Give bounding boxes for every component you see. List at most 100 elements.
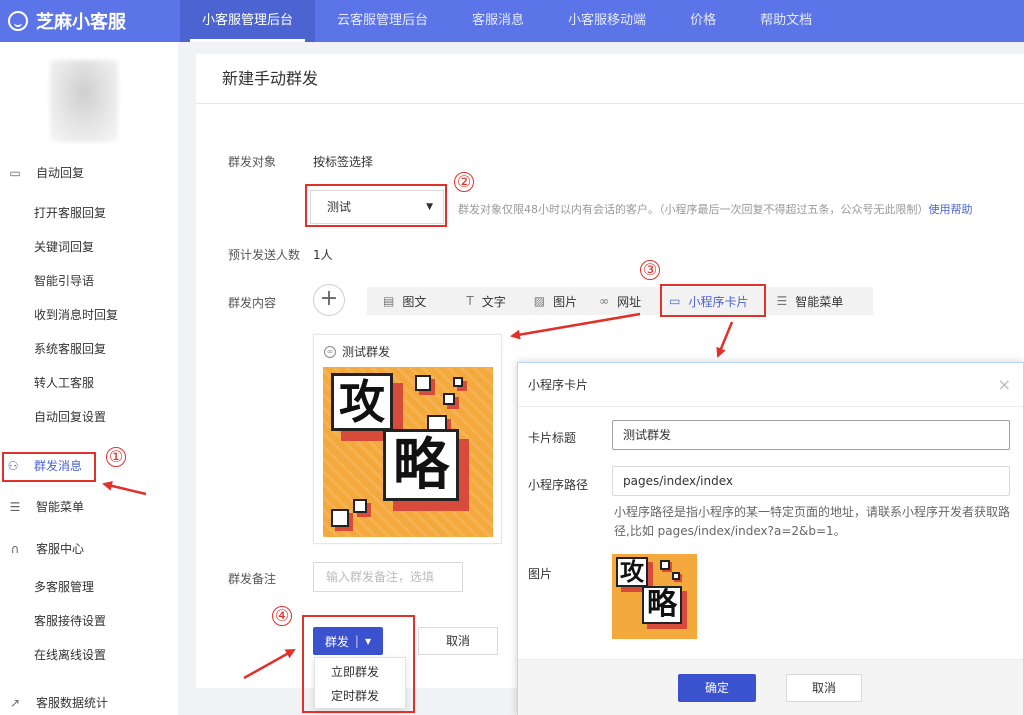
- sidebar-item-stats[interactable]: ↗ 客服数据统计: [0, 694, 178, 711]
- poster-cube: [353, 499, 367, 513]
- thumb-char-1: 攻: [616, 557, 648, 587]
- article-icon: ▤: [383, 294, 395, 308]
- sidebar-item-keyword-reply[interactable]: 关键词回复: [34, 238, 94, 255]
- dialog-footer: 确定 取消: [518, 659, 1023, 715]
- sidebar: ▭ 自动回复 打开客服回复 关键词回复 智能引导语 收到消息时回复 系统客服回复…: [0, 42, 178, 715]
- annotation-box-3: [660, 284, 766, 317]
- sidebar-item-smart-guide[interactable]: 智能引导语: [34, 272, 94, 289]
- text-icon: T: [466, 294, 474, 308]
- tab-label: 智能菜单: [795, 294, 844, 309]
- path-description: 小程序路径是指小程序的某一特定页面的地址，请联系小程序开发者获取路径,比如 pa…: [614, 505, 1011, 538]
- sidebar-group-auto-reply[interactable]: ▭ 自动回复: [0, 164, 178, 181]
- miniprogram-card-preview[interactable]: ∞ 测试群发 攻 略: [313, 334, 502, 544]
- poster-cube: [453, 377, 463, 387]
- headset-icon: ∩: [10, 541, 20, 556]
- miniprogram-icon: ∞: [324, 345, 336, 358]
- help-link[interactable]: 使用帮助: [929, 203, 973, 216]
- card-image-thumbnail[interactable]: 攻 略: [612, 554, 697, 639]
- nav-item-pricing[interactable]: 价格: [668, 0, 738, 42]
- miniprogram-card-dialog: 小程序卡片 × 卡片标题 测试群发 小程序路径 pages/index/inde…: [517, 362, 1024, 715]
- sidebar-item-reception-settings[interactable]: 客服接待设置: [34, 612, 106, 629]
- annotation-box-2: [305, 184, 447, 227]
- remark-input[interactable]: 输入群发备注，选填: [313, 562, 463, 592]
- poster-cube: [672, 572, 680, 580]
- content-label: 群发内容: [228, 296, 277, 310]
- cancel-button[interactable]: 取消: [418, 627, 498, 655]
- sidebar-group-label: 客服中心: [36, 542, 85, 556]
- poster-cube: [331, 509, 349, 527]
- tab-label: 图片: [553, 294, 578, 309]
- nav-item-mobile[interactable]: 小客服移动端: [546, 0, 668, 42]
- menu-list-icon: ☰: [776, 294, 788, 308]
- content-type-tabs: ▤ 图文 T 文字 ▨ 图片 ∞ 网址 ▭ 小程序卡片 ☰ 智能菜单: [367, 287, 873, 315]
- tab-url[interactable]: ∞ 网址: [599, 293, 641, 310]
- sidebar-group-service-center[interactable]: ∩ 客服中心: [0, 540, 178, 557]
- nav-item-help[interactable]: 帮助文档: [738, 0, 834, 42]
- poster-cube: [660, 560, 670, 570]
- message-icon: ▭: [9, 165, 21, 180]
- estimate-label: 预计发送人数: [228, 248, 301, 262]
- brand-logo-icon: [8, 11, 28, 31]
- add-content-button[interactable]: +: [313, 284, 345, 316]
- poster-cube: [415, 375, 431, 391]
- nav-item-messages[interactable]: 客服消息: [450, 0, 546, 42]
- poster-char-2: 略: [383, 429, 459, 501]
- image-label: 图片: [528, 567, 553, 581]
- nav-item-cloud-admin[interactable]: 云客服管理后台: [315, 0, 450, 42]
- tab-article[interactable]: ▤ 图文: [383, 293, 426, 310]
- card-title-label: 卡片标题: [528, 431, 577, 445]
- target-value[interactable]: 按标签选择: [313, 153, 373, 170]
- preview-title-text: 测试群发: [342, 345, 391, 359]
- nav-item-mini-admin[interactable]: 小客服管理后台: [180, 0, 316, 42]
- tab-label: 图文: [402, 294, 427, 309]
- annotation-number-4: ④: [272, 606, 292, 626]
- sidebar-item-transfer-human[interactable]: 转人工客服: [34, 374, 94, 391]
- brand-name: 芝麻小客服: [36, 12, 126, 33]
- sidebar-item-smart-menu[interactable]: ☰ 智能菜单: [0, 498, 178, 515]
- chart-icon: ↗: [9, 695, 21, 710]
- annotation-number-2: ②: [454, 172, 474, 192]
- tab-text[interactable]: T 文字: [466, 293, 505, 310]
- card-title-input[interactable]: 测试群发: [612, 420, 1010, 450]
- poster-image: 攻 略: [323, 367, 493, 537]
- sidebar-item-system-reply[interactable]: 系统客服回复: [34, 340, 106, 357]
- target-label: 群发对象: [228, 155, 277, 169]
- tab-smart-menu[interactable]: ☰ 智能菜单: [776, 293, 843, 310]
- sidebar-item-label: 客服数据统计: [36, 696, 109, 710]
- menu-list-icon: ☰: [9, 499, 21, 514]
- hint-text: 群发对象仅限48小时以内有会话的客户。（小程序最后一次回复不得超过五条，公众号无…: [458, 203, 929, 216]
- target-hint: 群发对象仅限48小时以内有会话的客户。（小程序最后一次回复不得超过五条，公众号无…: [458, 201, 973, 217]
- brand[interactable]: 芝麻小客服: [0, 8, 180, 34]
- confirm-button[interactable]: 确定: [678, 674, 756, 702]
- close-icon[interactable]: ×: [998, 363, 1011, 407]
- annotation-box-1: [2, 452, 96, 482]
- sidebar-item-multi-agent[interactable]: 多客服管理: [34, 578, 94, 595]
- sidebar-item-label: 智能菜单: [36, 500, 85, 514]
- remark-label: 群发备注: [228, 572, 277, 586]
- main-nav: 小客服管理后台 云客服管理后台 客服消息 小客服移动端 价格 帮助文档: [180, 0, 834, 42]
- avatar: [50, 60, 118, 142]
- image-icon: ▨: [533, 294, 546, 308]
- sidebar-group-label: 自动回复: [36, 166, 85, 180]
- link-icon: ∞: [599, 294, 610, 308]
- path-input[interactable]: pages/index/index: [612, 466, 1010, 496]
- annotation-number-1: ①: [106, 447, 126, 467]
- page-title: 新建手动群发: [196, 54, 1024, 104]
- sidebar-item-on-message-reply[interactable]: 收到消息时回复: [34, 306, 118, 323]
- dialog-cancel-button[interactable]: 取消: [786, 674, 862, 702]
- thumb-char-2: 略: [642, 586, 682, 624]
- path-label: 小程序路径: [528, 478, 589, 492]
- annotation-number-3: ③: [640, 260, 660, 280]
- tab-image[interactable]: ▨ 图片: [534, 293, 577, 310]
- sidebar-item-online-offline[interactable]: 在线离线设置: [34, 646, 106, 663]
- preview-title: ∞ 测试群发: [324, 343, 390, 360]
- top-navbar: 芝麻小客服 小客服管理后台 云客服管理后台 客服消息 小客服移动端 价格 帮助文…: [0, 0, 1024, 42]
- sidebar-item-open-reply[interactable]: 打开客服回复: [34, 204, 106, 221]
- poster-cube: [443, 393, 455, 405]
- dialog-header: 小程序卡片 ×: [518, 363, 1023, 407]
- sidebar-item-reply-settings[interactable]: 自动回复设置: [34, 408, 106, 425]
- estimate-value: 1人: [313, 248, 333, 262]
- annotation-box-4: [302, 615, 415, 713]
- tab-label: 网址: [617, 294, 642, 309]
- tab-label: 文字: [481, 294, 506, 309]
